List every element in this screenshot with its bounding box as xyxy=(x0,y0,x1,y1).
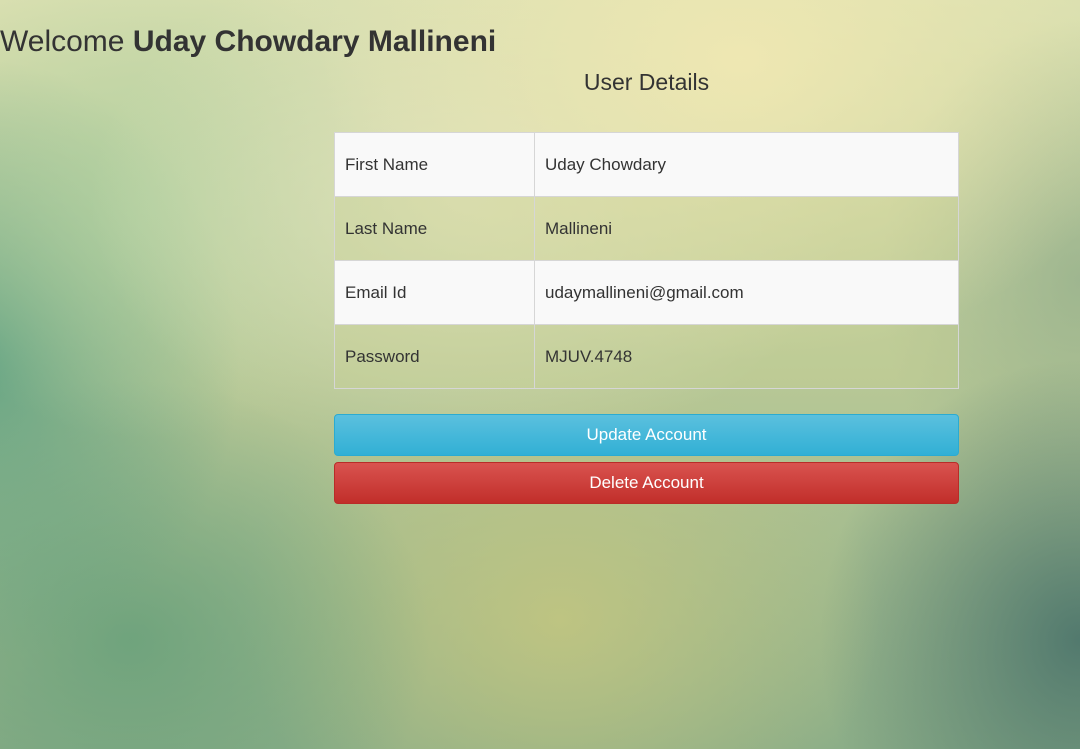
table-row-last-name: Last Name Mallineni xyxy=(334,196,959,261)
welcome-prefix: Welcome xyxy=(0,25,125,58)
user-name: Uday Chowdary Mallineni xyxy=(132,25,497,58)
row-label: Password xyxy=(334,324,535,389)
row-value: Uday Chowdary xyxy=(534,132,959,197)
row-label: Last Name xyxy=(334,196,535,261)
delete-account-button[interactable]: Delete Account xyxy=(334,462,959,504)
user-details-panel: User Details First Name Uday Chowdary La… xyxy=(334,66,959,504)
row-value: MJUV.4748 xyxy=(534,324,959,389)
table-row-first-name: First Name Uday Chowdary xyxy=(334,132,959,197)
row-value: Mallineni xyxy=(534,196,959,261)
row-label: Email Id xyxy=(334,260,535,325)
row-label: First Name xyxy=(334,132,535,197)
section-title: User Details xyxy=(583,69,710,95)
welcome-heading: Welcome Uday Chowdary Mallineni xyxy=(0,24,496,60)
table-row-email: Email Id udaymallineni@gmail.com xyxy=(334,260,959,325)
row-value: udaymallineni@gmail.com xyxy=(534,260,959,325)
user-details-table: First Name Uday Chowdary Last Name Malli… xyxy=(334,132,959,389)
update-account-button[interactable]: Update Account xyxy=(334,414,959,456)
table-row-password: Password MJUV.4748 xyxy=(334,324,959,389)
